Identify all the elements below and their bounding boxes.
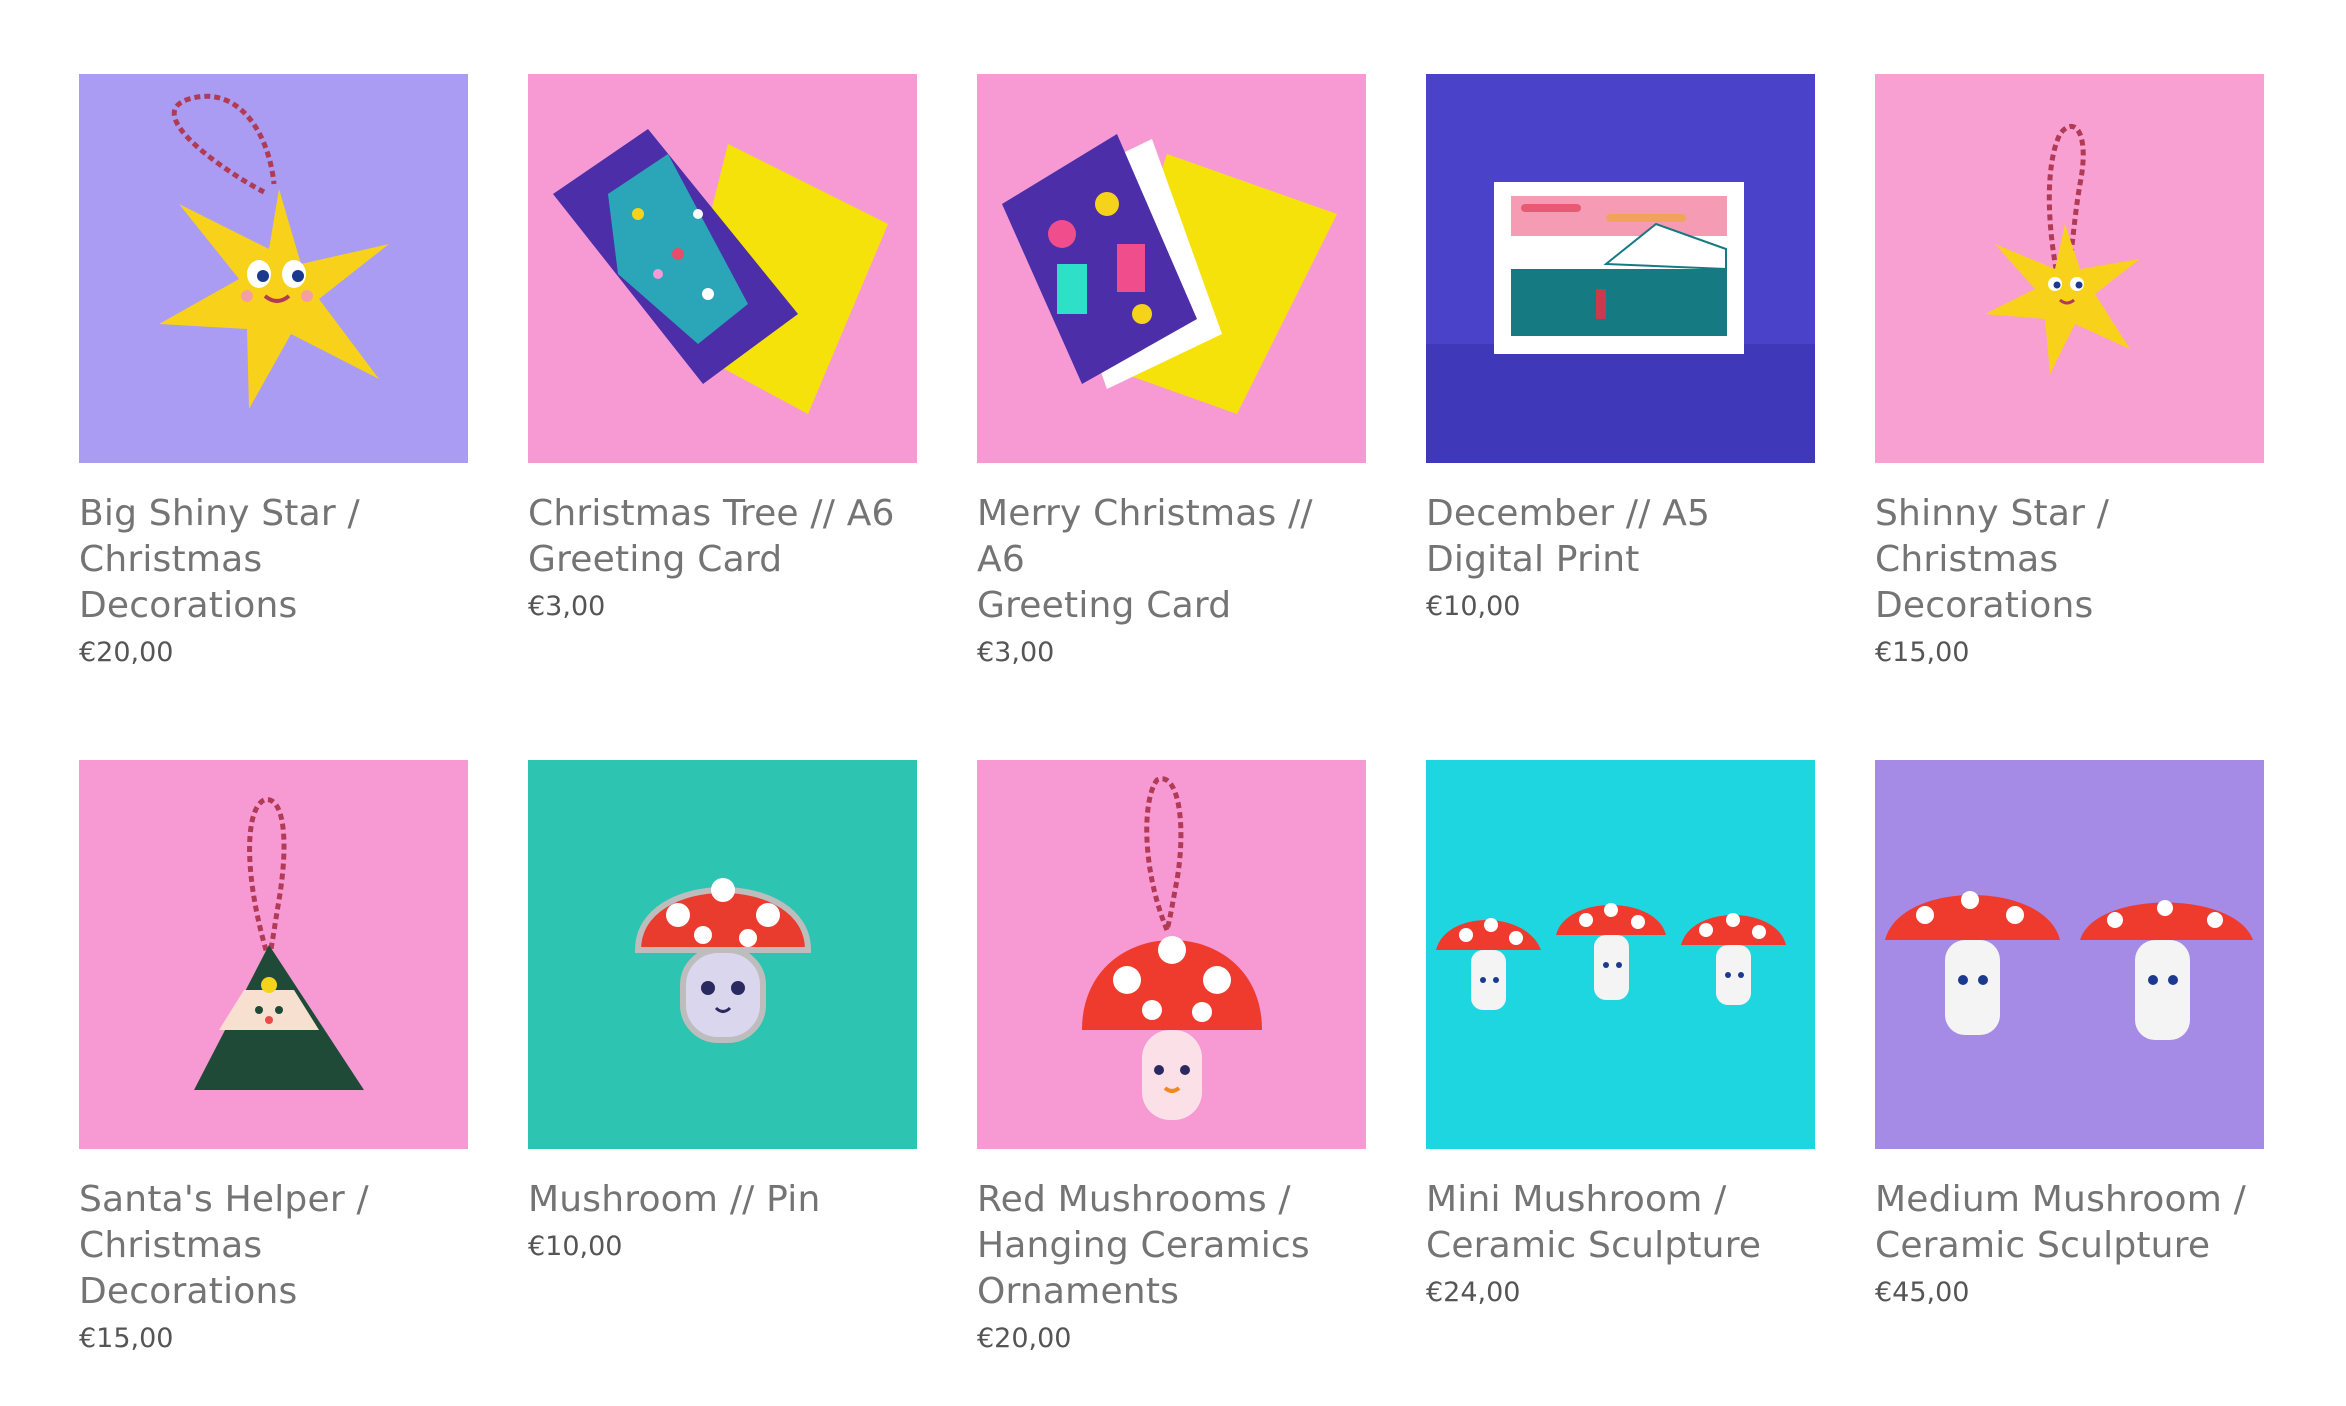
product-title[interactable]: December // A5 Digital Print [1426, 491, 1815, 583]
product-title-line: December // A5 [1426, 493, 1711, 534]
product-price: €15,00 [1875, 637, 1970, 668]
product-card[interactable]: Mini Mushroom / Ceramic Sculpture €24,00 [1426, 760, 1815, 1361]
mushroom-pin-icon [528, 760, 917, 1149]
product-card[interactable]: Christmas Tree // A6 Greeting Card €3,00 [528, 74, 917, 675]
product-card[interactable]: Shinny Star / Christmas Decorations €15,… [1875, 74, 2264, 675]
print-icon [1426, 74, 1815, 463]
product-title-line: Santa's Helper / [79, 1179, 369, 1220]
product-title[interactable]: Mini Mushroom / Ceramic Sculpture [1426, 1177, 1815, 1269]
product-title-line: Decorations [79, 585, 298, 626]
product-card[interactable]: December // A5 Digital Print €10,00 [1426, 74, 1815, 675]
product-title-line: Ceramic Sculpture [1426, 1225, 1762, 1266]
mushroom-ornament-icon [977, 760, 1366, 1149]
small-star-ornament-icon [1875, 74, 2264, 463]
product-title[interactable]: Mushroom // Pin [528, 1177, 917, 1223]
product-card[interactable]: Santa's Helper / Christmas Decorations €… [79, 760, 468, 1361]
product-title[interactable]: Christmas Tree // A6 Greeting Card [528, 491, 917, 583]
tree-card-icon [528, 74, 917, 463]
product-image[interactable] [1875, 760, 2264, 1149]
medium-mushrooms-icon [1875, 760, 2264, 1149]
product-row: Big Shiny Star / Christmas Decorations €… [79, 74, 2264, 675]
product-title[interactable]: Merry Christmas // A6 Greeting Card [977, 491, 1366, 629]
product-image[interactable] [977, 760, 1366, 1149]
product-image[interactable] [528, 74, 917, 463]
product-card[interactable]: Medium Mushroom / Ceramic Sculpture €45,… [1875, 760, 2264, 1361]
product-title-line: Big Shiny Star / [79, 493, 360, 534]
product-title-line: Mushroom // Pin [528, 1179, 821, 1220]
product-card[interactable]: Big Shiny Star / Christmas Decorations €… [79, 74, 468, 675]
product-title-line: Christmas [79, 539, 263, 580]
product-title-line: Medium Mushroom / [1875, 1179, 2246, 1220]
merry-card-icon [977, 74, 1366, 463]
product-title-line: Decorations [79, 1271, 298, 1312]
product-title-line: Greeting Card [528, 539, 783, 580]
product-price: €20,00 [79, 637, 174, 668]
product-card[interactable]: Mushroom // Pin €10,00 [528, 760, 917, 1361]
product-image[interactable] [977, 74, 1366, 463]
product-image[interactable] [79, 760, 468, 1149]
product-title[interactable]: Santa's Helper / Christmas Decorations [79, 1177, 468, 1315]
product-price: €10,00 [1426, 591, 1521, 622]
product-image[interactable] [528, 760, 917, 1149]
product-title[interactable]: Medium Mushroom / Ceramic Sculpture [1875, 1177, 2264, 1269]
product-price: €20,00 [977, 1323, 1072, 1354]
product-price: €3,00 [977, 637, 1055, 668]
product-price: €10,00 [528, 1231, 623, 1262]
mini-mushrooms-icon [1426, 760, 1815, 1149]
product-title-line: Christmas [79, 1225, 263, 1266]
product-image[interactable] [1426, 760, 1815, 1149]
product-title-line: Christmas Tree // A6 [528, 493, 895, 534]
product-price: €24,00 [1426, 1277, 1521, 1308]
product-title-line: Red Mushrooms / [977, 1179, 1291, 1220]
product-title[interactable]: Shinny Star / Christmas Decorations [1875, 491, 2264, 629]
product-title-line: Mini Mushroom / [1426, 1179, 1727, 1220]
product-image[interactable] [1875, 74, 2264, 463]
star-ornament-icon [79, 74, 468, 463]
product-title-line: Shinny Star / [1875, 493, 2110, 534]
product-price: €3,00 [528, 591, 606, 622]
product-card[interactable]: Merry Christmas // A6 Greeting Card €3,0… [977, 74, 1366, 675]
product-title-line: Ornaments [977, 1271, 1180, 1312]
product-price: €45,00 [1875, 1277, 1970, 1308]
product-image[interactable] [1426, 74, 1815, 463]
product-title-line: Digital Print [1426, 539, 1640, 580]
product-row: Santa's Helper / Christmas Decorations €… [79, 760, 2264, 1361]
product-title[interactable]: Big Shiny Star / Christmas Decorations [79, 491, 468, 629]
product-title[interactable]: Red Mushrooms / Hanging Ceramics Ornamen… [977, 1177, 1366, 1315]
elf-ornament-icon [79, 760, 468, 1149]
product-image[interactable] [79, 74, 468, 463]
product-title-line: Hanging Ceramics [977, 1225, 1310, 1266]
product-title-line: Christmas [1875, 539, 2059, 580]
product-title-line: Ceramic Sculpture [1875, 1225, 2211, 1266]
product-card[interactable]: Red Mushrooms / Hanging Ceramics Ornamen… [977, 760, 1366, 1361]
product-title-line: Merry Christmas // A6 [977, 493, 1313, 580]
product-title-line: Greeting Card [977, 585, 1232, 626]
product-title-line: Decorations [1875, 585, 2094, 626]
product-price: €15,00 [79, 1323, 174, 1354]
